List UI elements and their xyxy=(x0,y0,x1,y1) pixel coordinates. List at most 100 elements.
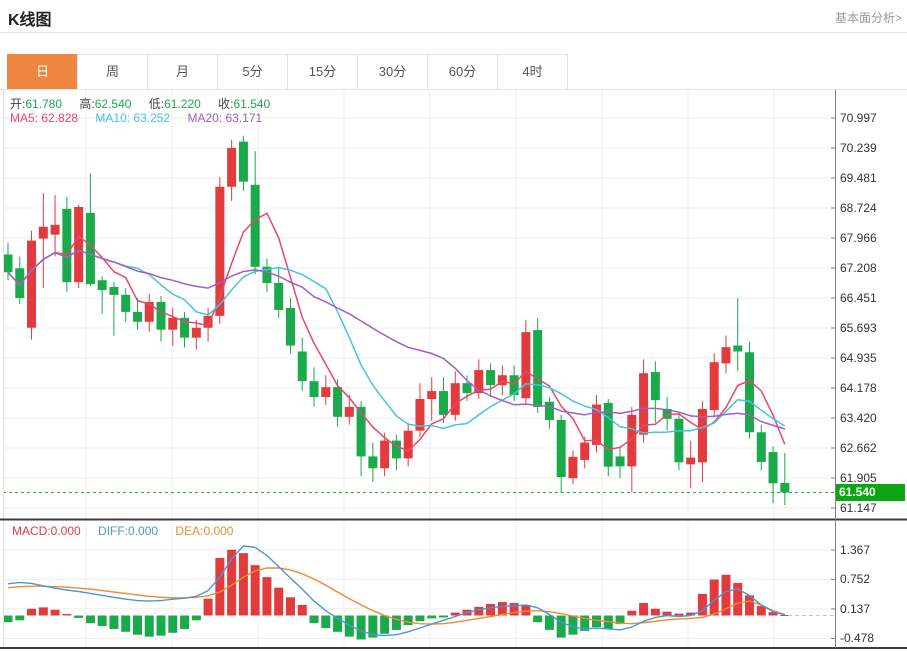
macd-bar xyxy=(4,616,13,623)
macd-bar xyxy=(321,616,330,628)
period-tab-bar: 日 周 月 5分 15分 30分 60分 4时 xyxy=(8,54,568,90)
ma20-value: 63.171 xyxy=(225,111,262,125)
macd-bar xyxy=(557,616,566,638)
ohlc-legend: 开:61.780 高:62.540 低:61.220 收:61.540 xyxy=(10,95,284,112)
ma5-legend: MA5: 62.828 xyxy=(10,111,78,125)
ma10-label: MA10: xyxy=(95,111,133,125)
tab-30min[interactable]: 30分 xyxy=(357,54,428,90)
ohlc-low: 低:61.220 xyxy=(149,97,201,111)
open-value: 61.780 xyxy=(25,97,62,111)
candle xyxy=(451,383,460,415)
macd-bar xyxy=(298,605,307,616)
y-axis-label: 68.724 xyxy=(840,201,877,215)
macd-bar xyxy=(86,616,95,624)
macd-bar xyxy=(27,609,36,616)
candle xyxy=(404,431,413,459)
close-value: 61.540 xyxy=(234,97,271,111)
macd-bar xyxy=(415,616,424,622)
candle xyxy=(568,457,577,478)
ma10-legend: MA10: 63.252 xyxy=(95,111,170,125)
tab-day[interactable]: 日 xyxy=(7,54,78,90)
macd-legend: MACD:0.000 DIFF:0.000 DEA:0.000 xyxy=(12,524,247,538)
candle xyxy=(192,328,201,338)
macd-bar xyxy=(51,610,60,616)
candle xyxy=(251,185,260,267)
high-value: 62.540 xyxy=(95,97,132,111)
candle xyxy=(674,419,683,463)
candle xyxy=(51,225,60,235)
macd-bar xyxy=(239,553,248,615)
macd-bar xyxy=(674,614,683,616)
candle xyxy=(592,405,601,445)
y-axis-label: 1.367 xyxy=(840,543,870,557)
header-divider xyxy=(0,32,907,33)
y-axis-label: 66.451 xyxy=(840,291,877,305)
candle xyxy=(168,318,177,330)
candle xyxy=(286,308,295,346)
candle xyxy=(580,443,589,460)
tab-4hour[interactable]: 4时 xyxy=(497,54,568,90)
tab-15min[interactable]: 15分 xyxy=(287,54,358,90)
candle xyxy=(486,370,495,385)
y-axis-label: 67.208 xyxy=(840,261,877,275)
candle xyxy=(39,227,48,239)
macd-value: 0.000 xyxy=(51,524,81,538)
ohlc-high: 高:62.540 xyxy=(79,97,131,111)
dea-item: DEA:0.000 xyxy=(175,524,233,538)
candle xyxy=(651,372,660,400)
candle xyxy=(298,351,307,381)
y-axis-label: 65.693 xyxy=(840,321,877,335)
macd-bar xyxy=(145,616,154,637)
candle xyxy=(321,387,330,397)
macd-bar xyxy=(262,577,271,615)
low-label: 低: xyxy=(149,97,164,111)
tab-5min[interactable]: 5分 xyxy=(217,54,288,90)
candle xyxy=(733,346,742,352)
macd-bar xyxy=(545,616,554,630)
candle xyxy=(745,352,754,432)
candle xyxy=(616,456,625,466)
candle xyxy=(310,381,319,397)
macd-bar xyxy=(168,616,177,633)
y-axis-label: 63.420 xyxy=(840,411,877,425)
close-label: 收: xyxy=(218,97,233,111)
candle xyxy=(157,302,166,330)
candle xyxy=(133,312,142,322)
tab-60min[interactable]: 60分 xyxy=(427,54,498,90)
candle xyxy=(439,391,448,415)
ma10-value: 63.252 xyxy=(133,111,170,125)
low-value: 61.220 xyxy=(164,97,201,111)
y-axis-label: 62.662 xyxy=(840,441,877,455)
current-price-badge: 61.540 xyxy=(836,484,905,501)
candle xyxy=(357,407,366,456)
dea-value: 0.000 xyxy=(203,524,233,538)
macd-bar xyxy=(310,616,319,624)
macd-bar xyxy=(533,616,542,623)
macd-bar xyxy=(109,616,118,629)
candle xyxy=(109,287,118,295)
page-title: K线图 xyxy=(8,6,52,30)
candle xyxy=(4,254,13,272)
y-axis-label: 0.137 xyxy=(840,602,870,616)
candle xyxy=(780,483,789,493)
candle xyxy=(121,295,130,312)
y-axis-label: 70.997 xyxy=(840,111,877,125)
macd-bar xyxy=(204,599,213,616)
y-axis-label: 67.966 xyxy=(840,231,877,245)
tab-week[interactable]: 周 xyxy=(77,54,148,90)
y-axis-label: 61.905 xyxy=(840,471,877,485)
macd-bar xyxy=(62,614,71,615)
macd-bar xyxy=(651,609,660,616)
dea-label: DEA: xyxy=(175,524,203,538)
diff-label: DIFF: xyxy=(98,524,128,538)
y-axis-label: 0.752 xyxy=(840,572,870,586)
macd-bar xyxy=(286,597,295,615)
candle xyxy=(721,347,730,363)
macd-label: MACD: xyxy=(12,524,51,538)
tab-month[interactable]: 月 xyxy=(147,54,218,90)
candle xyxy=(510,375,519,395)
fundamental-analysis-link[interactable]: 基本面分析> xyxy=(835,9,902,26)
macd-bar xyxy=(192,616,201,621)
candle xyxy=(98,280,107,290)
candle xyxy=(545,402,554,420)
